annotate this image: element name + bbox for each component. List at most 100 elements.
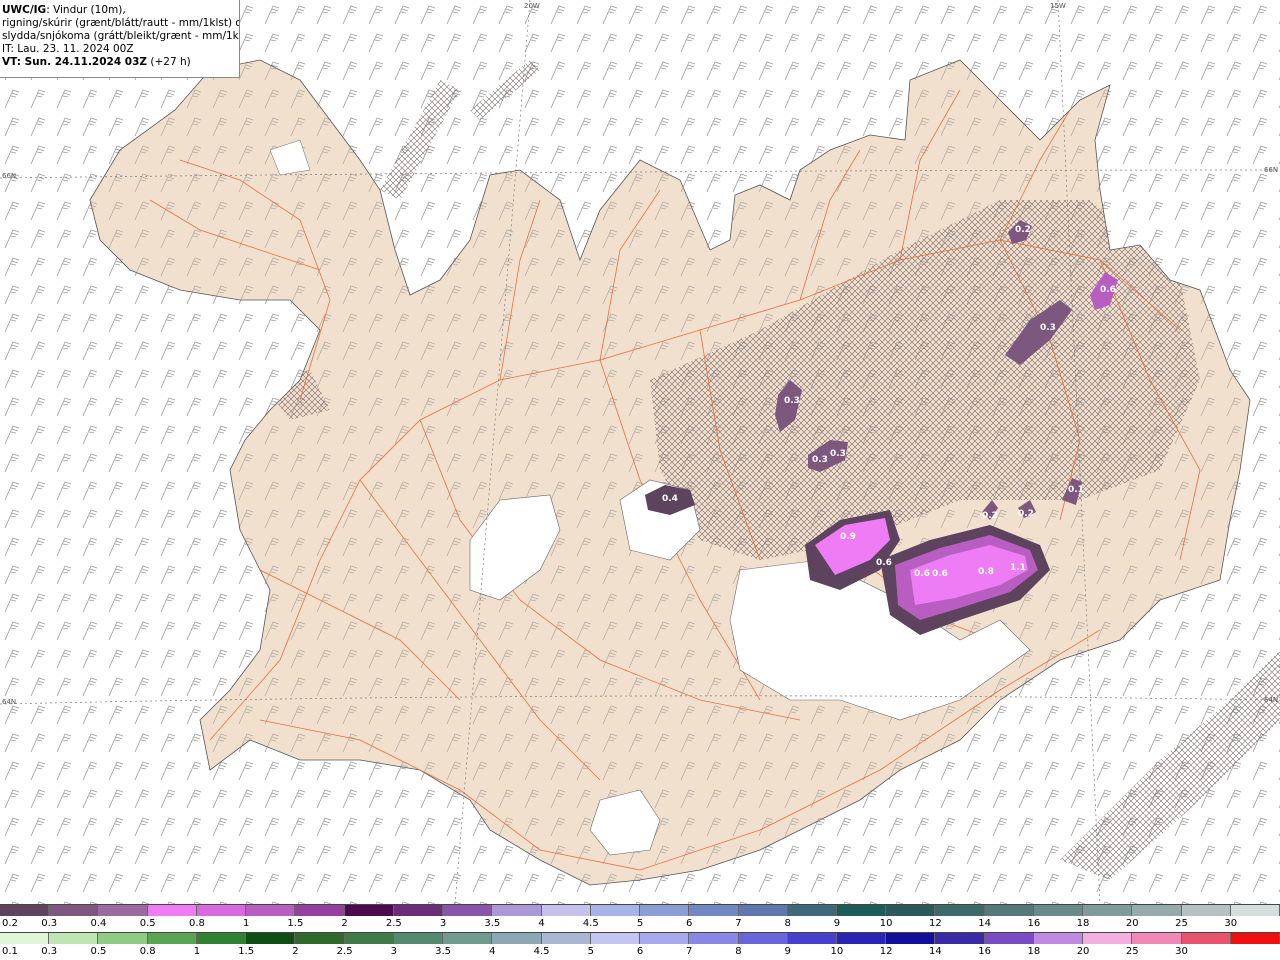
valid-time-line: VT: Sun. 24.11.2024 03Z (+27 h)	[2, 56, 239, 69]
scale-swatch	[344, 933, 394, 944]
model-name: UWC/IG	[2, 4, 47, 16]
scale-label: 1.5	[287, 918, 304, 929]
scale-swatch	[689, 905, 739, 916]
scale-label: 0.5	[90, 946, 107, 957]
scale-swatch	[1033, 933, 1084, 944]
scale-swatch	[984, 905, 1034, 916]
scale-label: 1	[193, 946, 201, 957]
map-info-box: UWC/IG: Vindur (10m), rigning/skúrir (gr…	[0, 0, 240, 78]
scale-label: 0.3	[41, 918, 58, 929]
scale-swatch	[984, 933, 1034, 944]
scale-label: 6	[686, 918, 693, 929]
scale-swatch	[541, 905, 591, 916]
scale-swatch	[1132, 933, 1182, 944]
precip-label: 0.2	[1018, 509, 1034, 519]
grid-label-64n-right: 64N	[1264, 696, 1278, 704]
scale-swatch	[590, 933, 641, 944]
scale-label: 25	[1125, 946, 1139, 957]
precip-label: 0.6	[876, 558, 892, 568]
scale-label: 4	[489, 946, 496, 957]
precip-label: 0.8	[978, 567, 994, 577]
snow-color-scale	[0, 904, 1280, 916]
scale-label: 7	[735, 918, 742, 929]
scale-swatch	[492, 933, 542, 944]
scale-swatch	[1181, 933, 1231, 944]
rain-color-scale	[0, 932, 1280, 944]
scale-label: 16	[978, 946, 991, 957]
scale-swatch	[738, 933, 788, 944]
scale-label: 3	[439, 918, 447, 929]
scale-label: 0.5	[139, 918, 156, 929]
scale-label: 5	[587, 946, 594, 957]
scale-swatch	[640, 905, 690, 916]
scale-swatch	[196, 933, 247, 944]
scale-swatch	[246, 905, 296, 916]
scale-label: 3.5	[435, 946, 452, 957]
scale-swatch	[1083, 905, 1133, 916]
scale-label: 25	[1175, 918, 1188, 929]
scale-swatch	[640, 933, 690, 944]
scale-swatch	[0, 905, 50, 916]
scale-swatch	[836, 933, 887, 944]
scale-swatch	[541, 933, 591, 944]
scale-label: 1	[242, 918, 250, 929]
scale-swatch	[1230, 905, 1280, 916]
scale-label: 16	[1027, 918, 1041, 929]
scale-label: 1.5	[238, 946, 255, 957]
rain-scale-labels: 0.1 0.3 0.5 0.8 1 1.5 2 2.5 3 3.5 4 4.5 5 6 7 8 9 10 12 14 1…	[0, 946, 1280, 958]
scale-label: 3.5	[484, 918, 501, 929]
scale-swatch	[935, 905, 985, 916]
precip-label: 0.6	[1100, 285, 1116, 295]
scale-swatch	[393, 905, 444, 916]
scale-swatch	[1033, 905, 1084, 916]
scale-swatch	[147, 905, 197, 916]
precip-label: 0.3	[830, 449, 846, 459]
info-line-2: rigning/skúrir (grænt/blátt/rautt - mm/1…	[2, 17, 239, 29]
scale-label: 30	[1224, 918, 1238, 929]
scale-label: 0.4	[90, 918, 107, 929]
scale-label: 9	[784, 946, 791, 957]
scale-label: 12	[879, 946, 893, 957]
grid-label-66n-left: 66N	[2, 172, 16, 180]
scale-swatch	[886, 933, 936, 944]
scale-label: 0.2	[2, 918, 18, 929]
scale-label: 0.1	[2, 946, 18, 957]
grid-label-15w: 15W	[1050, 2, 1066, 10]
info-line-1: UWC/IG: Vindur (10m),	[2, 4, 239, 17]
variable-desc: : Vindur (10m),	[46, 4, 126, 16]
scale-label: 4	[538, 918, 545, 929]
precip-label: 0.6	[932, 569, 948, 579]
scale-label: 14	[929, 946, 942, 957]
precip-label: 0.1	[1068, 485, 1084, 495]
weather-map: 20W 15W 66N 64N 66N 64N 0.2 0.6 0.3 0.3 …	[0, 0, 1280, 904]
precip-label: 0.4	[662, 494, 678, 504]
scale-label: 0.3	[41, 946, 58, 957]
precip-label: 0.3	[812, 455, 828, 465]
precip-label: 0.2	[1015, 225, 1031, 235]
scale-label: 2.5	[385, 918, 402, 929]
grid-label-66n-right: 66N	[1264, 166, 1278, 174]
scale-swatch	[246, 933, 296, 944]
scale-swatch	[295, 905, 345, 916]
snow-scale-labels: 0.2 0.3 0.4 0.5 0.8 1 1.5 2 2.5 3 3.5 4 4.5 5 6 7 8 9 10 12…	[0, 918, 1280, 930]
init-time: IT: Lau. 23. 11. 2024 00Z	[2, 43, 134, 55]
scale-label: 2.5	[336, 946, 353, 957]
scale-label: 2	[292, 946, 299, 957]
scale-label: 20	[1125, 918, 1139, 929]
grid-label-20w: 20W	[524, 2, 540, 10]
scale-swatch	[1132, 905, 1182, 916]
scale-swatch	[443, 905, 493, 916]
scale-swatch	[147, 933, 197, 944]
info-line-3: slydda/snjókoma (grátt/bleikt/grænt - mm…	[2, 30, 239, 42]
scale-label: 4.5	[582, 918, 599, 929]
scale-label: 14	[978, 918, 991, 929]
scale-label: 0.8	[139, 946, 156, 957]
scale-swatch	[787, 905, 837, 916]
valid-time: VT: Sun. 24.11.2024 03Z	[2, 56, 148, 68]
scale-label: 30	[1175, 946, 1188, 957]
scale-label: 10	[879, 918, 893, 929]
scale-label: 8	[784, 918, 791, 929]
scale-swatch	[0, 933, 50, 944]
scale-label: 7	[686, 946, 693, 957]
scale-swatch	[787, 933, 837, 944]
